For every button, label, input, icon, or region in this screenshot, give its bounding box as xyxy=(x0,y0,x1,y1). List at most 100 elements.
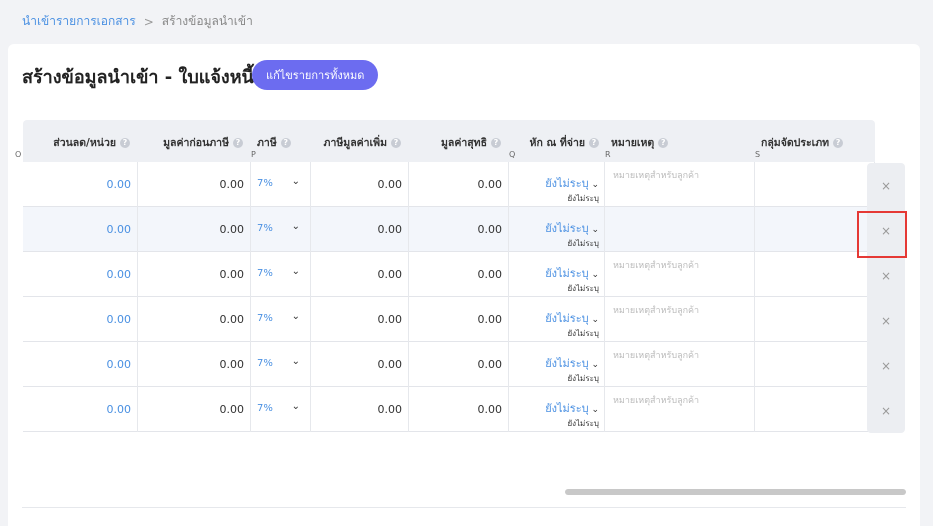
table-cell-vat: 0.00 xyxy=(311,162,409,207)
table-cell-discount[interactable]: 0.00 xyxy=(23,342,138,387)
delete-row-button[interactable]: × xyxy=(871,208,901,253)
note-field[interactable]: หมายเหตุสำหรับลูกค้า xyxy=(605,162,755,207)
table-cell-vat: 0.00 xyxy=(311,342,409,387)
note-placeholder: หมายเหตุสำหรับลูกค้า xyxy=(613,261,700,271)
withholding-select[interactable]: ยังไม่ระบุ ⌄ ยังไม่ระบุ xyxy=(509,297,605,342)
withholding-select[interactable]: ยังไม่ระบุ ⌄ ยังไม่ระบุ xyxy=(509,162,605,207)
tax-select[interactable]: 7% ⌄ xyxy=(251,207,311,252)
note-field[interactable]: หมายเหตุสำหรับลูกค้า xyxy=(605,297,755,342)
breadcrumb: นำเข้ารายการเอกสาร > สร้างข้อมูลนำเข้า xyxy=(22,12,253,31)
tax-select[interactable]: 7% ⌄ xyxy=(251,162,311,207)
note-field[interactable]: หมายเหตุสำหรับลูกค้า xyxy=(605,252,755,297)
group-field[interactable] xyxy=(755,207,875,252)
table-cell-discount[interactable]: 0.00 xyxy=(23,252,138,297)
question-circle-icon[interactable]: ? xyxy=(120,137,130,148)
question-circle-icon[interactable]: ? xyxy=(833,137,844,148)
table-cell-discount[interactable]: 0.00 xyxy=(23,162,138,207)
note-placeholder: หมายเหตุสำหรับลูกค้า xyxy=(613,396,700,406)
table-cell-pretax: 0.00 xyxy=(138,342,251,387)
column-header-text: มูลค่าก่อนภาษี xyxy=(163,137,229,149)
column-header-label: หมายเหตุ? xyxy=(611,134,669,151)
group-field[interactable] xyxy=(755,342,875,387)
note-field[interactable] xyxy=(605,207,755,252)
group-field[interactable] xyxy=(755,162,875,207)
chevron-down-icon: ⌄ xyxy=(291,266,300,277)
chevron-down-icon: ⌄ xyxy=(291,401,300,412)
chevron-down-icon: ⌄ xyxy=(291,176,300,187)
withholding-value: ยังไม่ระบุ ⌄ xyxy=(545,399,599,417)
withholding-text: ยังไม่ระบุ xyxy=(545,222,589,235)
column-header-text: มูลค่าสุทธิ xyxy=(440,137,487,149)
table-cell-net: 0.00 xyxy=(409,252,509,297)
delete-column: × × × × × × xyxy=(867,163,905,433)
question-circle-icon[interactable]: ? xyxy=(589,137,599,148)
question-circle-icon[interactable]: ? xyxy=(233,137,243,148)
table-cell-pretax: 0.00 xyxy=(138,297,251,342)
column-code: P xyxy=(251,150,256,159)
withholding-subtext: ยังไม่ระบุ xyxy=(567,194,599,203)
column-header-text: หมายเหตุ xyxy=(611,137,655,149)
tax-value: 7% xyxy=(257,223,273,234)
table-cell-pretax: 0.00 xyxy=(138,207,251,252)
table-cell-discount[interactable]: 0.00 xyxy=(23,207,138,252)
table-cell-pretax: 0.00 xyxy=(138,162,251,207)
column-header-label: ภาษีมูลค่าเพิ่ม? xyxy=(324,134,401,151)
column-header-label: ภาษี? xyxy=(257,134,291,151)
column-header: มูลค่าสุทธิ? xyxy=(409,120,509,162)
withholding-select[interactable]: ยังไม่ระบุ ⌄ ยังไม่ระบุ xyxy=(509,207,605,252)
question-circle-icon[interactable]: ? xyxy=(280,137,291,148)
table-row: 0.00 0.00 7% ⌄ 0.00 0.00 ยังไม่ระบุ ⌄ ยังไม่ระบ… xyxy=(23,162,875,207)
footer-divider xyxy=(22,507,906,508)
question-circle-icon[interactable]: ? xyxy=(491,137,501,148)
withholding-select[interactable]: ยังไม่ระบุ ⌄ ยังไม่ระบุ xyxy=(509,252,605,297)
tax-value: 7% xyxy=(257,403,273,414)
column-header-label: มูลค่าสุทธิ? xyxy=(441,134,501,151)
table-cell-pretax: 0.00 xyxy=(138,387,251,432)
delete-row-button[interactable]: × xyxy=(871,298,901,343)
chevron-down-icon: ⌄ xyxy=(291,221,300,232)
delete-row-button[interactable]: × xyxy=(871,388,901,433)
withholding-subtext: ยังไม่ระบุ xyxy=(567,374,599,383)
withholding-text: ยังไม่ระบุ xyxy=(545,402,589,415)
table-cell-discount[interactable]: 0.00 xyxy=(23,297,138,342)
tax-select[interactable]: 7% ⌄ xyxy=(251,252,311,297)
note-field[interactable]: หมายเหตุสำหรับลูกค้า xyxy=(605,342,755,387)
column-header-text: กลุ่มจัดประเภท xyxy=(761,137,830,149)
table-cell-vat: 0.00 xyxy=(311,207,409,252)
withholding-select[interactable]: ยังไม่ระบุ ⌄ ยังไม่ระบุ xyxy=(509,342,605,387)
tax-value: 7% xyxy=(257,178,273,189)
tax-select[interactable]: 7% ⌄ xyxy=(251,297,311,342)
chevron-down-icon: ⌄ xyxy=(588,315,599,325)
note-placeholder: หมายเหตุสำหรับลูกค้า xyxy=(613,171,700,181)
question-circle-icon[interactable]: ? xyxy=(391,137,401,148)
withholding-value: ยังไม่ระบุ ⌄ xyxy=(545,354,599,372)
column-header-label: ส่วนลด/หน่วย? xyxy=(53,134,130,151)
delete-row-button[interactable]: × xyxy=(871,163,901,208)
chevron-down-icon: ⌄ xyxy=(588,270,599,280)
chevron-down-icon: ⌄ xyxy=(291,356,300,367)
tax-select[interactable]: 7% ⌄ xyxy=(251,342,311,387)
withholding-subtext: ยังไม่ระบุ xyxy=(567,239,599,248)
edit-all-button[interactable]: แก้ไขรายการทั้งหมด xyxy=(252,60,379,90)
column-header: หัก ณ ที่จ่าย? Q xyxy=(509,120,605,162)
chevron-down-icon: ⌄ xyxy=(588,225,599,235)
column-header: ภาษี? P xyxy=(251,120,311,162)
horizontal-scrollbar[interactable] xyxy=(565,489,906,495)
column-header-label: มูลค่าก่อนภาษี? xyxy=(163,134,243,151)
column-header-text: ส่วนลด/หน่วย xyxy=(53,137,116,149)
table-cell-net: 0.00 xyxy=(409,297,509,342)
table-cell-vat: 0.00 xyxy=(311,252,409,297)
tax-select[interactable]: 7% ⌄ xyxy=(251,387,311,432)
group-field[interactable] xyxy=(755,297,875,342)
column-header-text: ภาษีมูลค่าเพิ่ม xyxy=(323,137,387,149)
question-circle-icon[interactable]: ? xyxy=(658,137,669,148)
group-field[interactable] xyxy=(755,387,875,432)
column-code: Q xyxy=(509,150,516,159)
withholding-select[interactable]: ยังไม่ระบุ ⌄ ยังไม่ระบุ xyxy=(509,387,605,432)
delete-row-button[interactable]: × xyxy=(871,253,901,298)
note-field[interactable]: หมายเหตุสำหรับลูกค้า xyxy=(605,387,755,432)
table-cell-discount[interactable]: 0.00 xyxy=(23,387,138,432)
delete-row-button[interactable]: × xyxy=(871,343,901,388)
group-field[interactable] xyxy=(755,252,875,297)
breadcrumb-parent-link[interactable]: นำเข้ารายการเอกสาร xyxy=(22,12,136,31)
